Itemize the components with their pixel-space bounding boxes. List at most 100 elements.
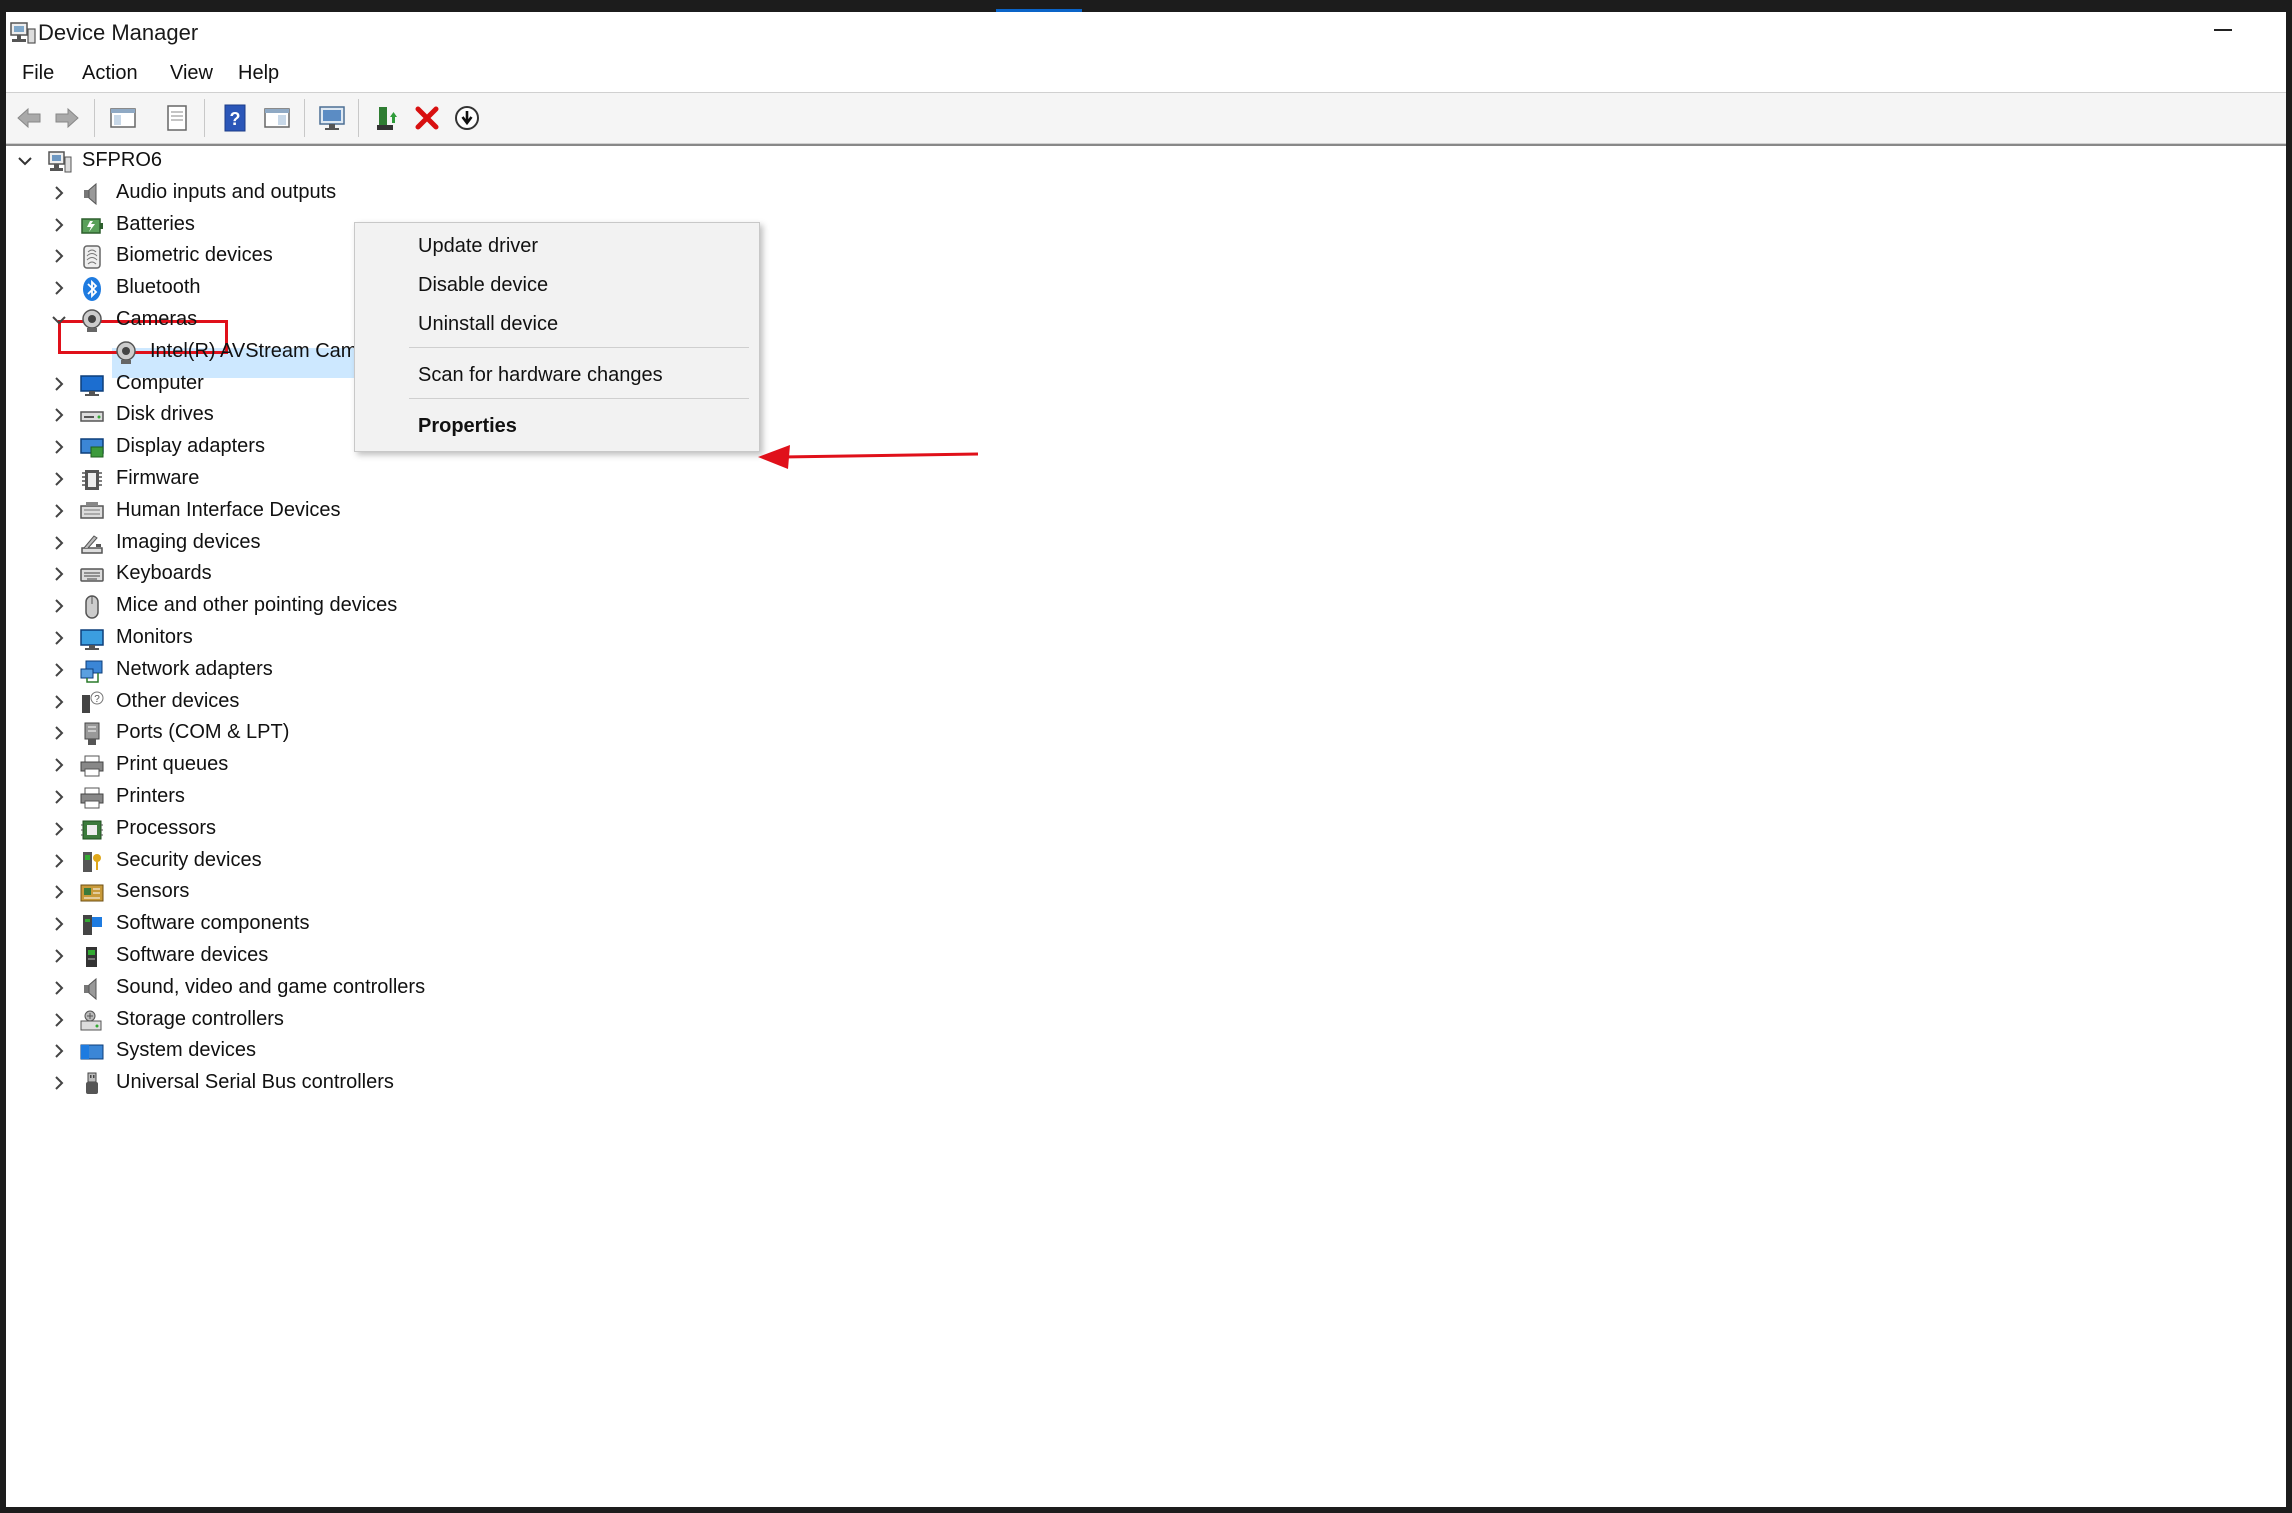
tree-category-firmware[interactable]: Firmware (6, 464, 606, 495)
tree-category-storage-controllers[interactable]: Storage controllers (6, 1005, 606, 1036)
show-hide-console-tree-icon[interactable] (106, 101, 140, 135)
tree-category-label[interactable]: Processors (116, 817, 216, 840)
chevron-right-icon[interactable] (48, 182, 70, 204)
chevron-right-icon[interactable] (48, 436, 70, 458)
tree-category-monitors[interactable]: Monitors (6, 623, 606, 654)
chevron-right-icon[interactable] (48, 722, 70, 744)
tree-category-system-devices[interactable]: System devices (6, 1036, 606, 1067)
menu-file[interactable]: File (18, 60, 58, 87)
tree-category-label[interactable]: Universal Serial Bus controllers (116, 1071, 394, 1094)
back-arrow-icon[interactable] (12, 101, 46, 135)
menu-action[interactable]: Action (78, 60, 142, 87)
chevron-right-icon[interactable] (48, 881, 70, 903)
context-update-driver[interactable]: Update driver (356, 229, 756, 265)
tree-category-label[interactable]: Disk drives (116, 403, 214, 426)
tree-category-security-devices[interactable]: Security devices (6, 846, 606, 877)
tree-category-universal-serial-bus-controllers[interactable]: Universal Serial Bus controllers (6, 1068, 606, 1099)
tree-category-label[interactable]: Printers (116, 785, 185, 808)
tree-category-label[interactable]: Human Interface Devices (116, 499, 341, 522)
tree-category-human-interface-devices[interactable]: Human Interface Devices (6, 496, 606, 527)
tree-category-printers[interactable]: Printers (6, 782, 606, 813)
tree-category-label[interactable]: Bluetooth (116, 276, 201, 299)
disable-device-icon[interactable] (450, 101, 484, 135)
update-driver-icon[interactable] (370, 101, 404, 135)
chevron-right-icon[interactable] (48, 245, 70, 267)
tree-root-row[interactable]: SFPRO6 (6, 146, 606, 177)
tree-category-label[interactable]: Computer (116, 372, 204, 395)
chevron-right-icon[interactable] (48, 977, 70, 999)
tree-category-label[interactable]: Keyboards (116, 562, 212, 585)
tree-category-label[interactable]: Mice and other pointing devices (116, 594, 397, 617)
tree-category-label[interactable]: Network adapters (116, 658, 273, 681)
chevron-right-icon[interactable] (48, 404, 70, 426)
tree-category-label[interactable]: Ports (COM & LPT) (116, 721, 289, 744)
chevron-right-icon[interactable] (48, 945, 70, 967)
tree-category-ports-com-lpt[interactable]: Ports (COM & LPT) (6, 718, 606, 749)
chevron-right-icon[interactable] (48, 373, 70, 395)
tree-category-software-devices[interactable]: Software devices (6, 941, 606, 972)
tree-category-audio-inputs-and-outputs[interactable]: Audio inputs and outputs (6, 178, 606, 209)
tree-category-label[interactable]: Monitors (116, 626, 193, 649)
tree-category-label[interactable]: Other devices (116, 690, 239, 713)
tree-category-label[interactable]: Display adapters (116, 435, 265, 458)
help-icon[interactable]: ? (218, 101, 252, 135)
chevron-right-icon[interactable] (48, 1072, 70, 1094)
tree-category-label[interactable]: Print queues (116, 753, 228, 776)
chevron-right-icon[interactable] (48, 468, 70, 490)
tree-category-label[interactable]: Sensors (116, 880, 189, 903)
tree-category-network-adapters[interactable]: Network adapters (6, 655, 606, 686)
chevron-right-icon[interactable] (48, 1040, 70, 1062)
tree-category-label[interactable]: Batteries (116, 213, 195, 236)
tree-category-label[interactable]: Software components (116, 912, 309, 935)
tree-category-other-devices[interactable]: ? Other devices (6, 687, 606, 718)
tree-category-software-components[interactable]: Software components (6, 909, 606, 940)
menu-view[interactable]: View (166, 60, 217, 87)
chevron-right-icon[interactable] (48, 595, 70, 617)
tree-category-label[interactable]: Software devices (116, 944, 268, 967)
tree-category-label[interactable]: Imaging devices (116, 531, 261, 554)
tree-category-label[interactable]: Cameras (116, 308, 197, 331)
tree-category-label[interactable]: Storage controllers (116, 1008, 284, 1031)
tree-category-mice-and-other-pointing-devices[interactable]: Mice and other pointing devices (6, 591, 606, 622)
tree-category-print-queues[interactable]: Print queues (6, 750, 606, 781)
tree-category-label[interactable]: System devices (116, 1039, 256, 1062)
chevron-right-icon[interactable] (48, 500, 70, 522)
chevron-right-icon[interactable] (48, 214, 70, 236)
menu-help[interactable]: Help (234, 60, 283, 87)
context-properties[interactable]: Properties (356, 409, 756, 445)
forward-arrow-icon[interactable] (50, 101, 84, 135)
context-disable-device[interactable]: Disable device (356, 268, 756, 304)
chevron-right-icon[interactable] (48, 754, 70, 776)
properties-icon[interactable] (160, 101, 194, 135)
minimize-button[interactable] (2192, 12, 2256, 52)
chevron-right-icon[interactable] (48, 627, 70, 649)
chevron-right-icon[interactable] (48, 277, 70, 299)
tree-category-label[interactable]: Sound, video and game controllers (116, 976, 425, 999)
chevron-right-icon[interactable] (48, 786, 70, 808)
chevron-right-icon[interactable] (48, 532, 70, 554)
tree-category-sound-video-and-game-controllers[interactable]: Sound, video and game controllers (6, 973, 606, 1004)
context-scan-hardware-changes[interactable]: Scan for hardware changes (356, 358, 756, 394)
chevron-right-icon[interactable] (48, 913, 70, 935)
tree-category-keyboards[interactable]: Keyboards (6, 559, 606, 590)
chevron-right-icon[interactable] (48, 1009, 70, 1031)
chevron-right-icon[interactable] (48, 818, 70, 840)
chevron-right-icon[interactable] (48, 850, 70, 872)
tree-root-label[interactable]: SFPRO6 (82, 149, 162, 172)
tree-category-processors[interactable]: Processors (6, 814, 606, 845)
chevron-right-icon[interactable] (48, 563, 70, 585)
chevron-right-icon[interactable] (48, 659, 70, 681)
context-uninstall-device[interactable]: Uninstall device (356, 307, 756, 343)
uninstall-device-icon[interactable] (410, 101, 444, 135)
tree-category-label[interactable]: Audio inputs and outputs (116, 181, 336, 204)
chevron-down-icon[interactable] (14, 150, 36, 172)
tree-category-label[interactable]: Security devices (116, 849, 262, 872)
chevron-right-icon[interactable] (48, 691, 70, 713)
tree-category-sensors[interactable]: Sensors (6, 877, 606, 908)
tree-category-imaging-devices[interactable]: Imaging devices (6, 528, 606, 559)
tree-category-label[interactable]: Firmware (116, 467, 199, 490)
scan-hardware-icon[interactable] (316, 101, 350, 135)
tree-category-label[interactable]: Biometric devices (116, 244, 273, 267)
chevron-down-icon[interactable] (48, 309, 70, 331)
action-pane-icon[interactable] (260, 101, 294, 135)
